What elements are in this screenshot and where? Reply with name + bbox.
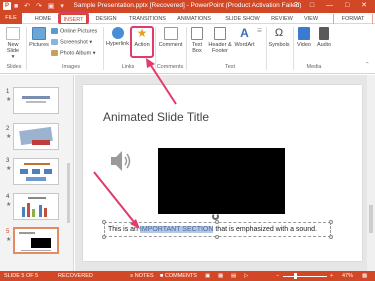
comments-button[interactable]: ■ COMMENTS: [160, 271, 197, 281]
slide-show-icon[interactable]: ▷: [244, 271, 248, 281]
arrow-to-text-head: [130, 219, 140, 229]
recovered-status: RECOVERED: [58, 273, 93, 279]
notes-button[interactable]: ≡ NOTES: [130, 271, 154, 281]
slide-counter: SLIDE 5 OF 5: [4, 273, 39, 279]
arrow-to-text-line: [93, 171, 135, 223]
zoom-out-button[interactable]: −: [276, 271, 279, 281]
annotation-arrows: [93, 58, 177, 229]
zoom-level[interactable]: 47%: [342, 271, 353, 281]
zoom-in-button[interactable]: +: [330, 271, 333, 281]
zoom-slider[interactable]: [283, 276, 327, 277]
status-bar: SLIDE 5 OF 5 RECOVERED ≡ NOTES ■ COMMENT…: [0, 271, 375, 281]
slide-sorter-icon[interactable]: ▦: [218, 271, 223, 281]
arrow-to-action-line: [149, 63, 177, 105]
fit-to-window-icon[interactable]: ▩: [362, 271, 367, 281]
zoom-slider-knob[interactable]: [294, 273, 297, 279]
reading-view-icon[interactable]: ▤: [231, 271, 236, 281]
normal-view-icon[interactable]: ▣: [205, 271, 210, 281]
